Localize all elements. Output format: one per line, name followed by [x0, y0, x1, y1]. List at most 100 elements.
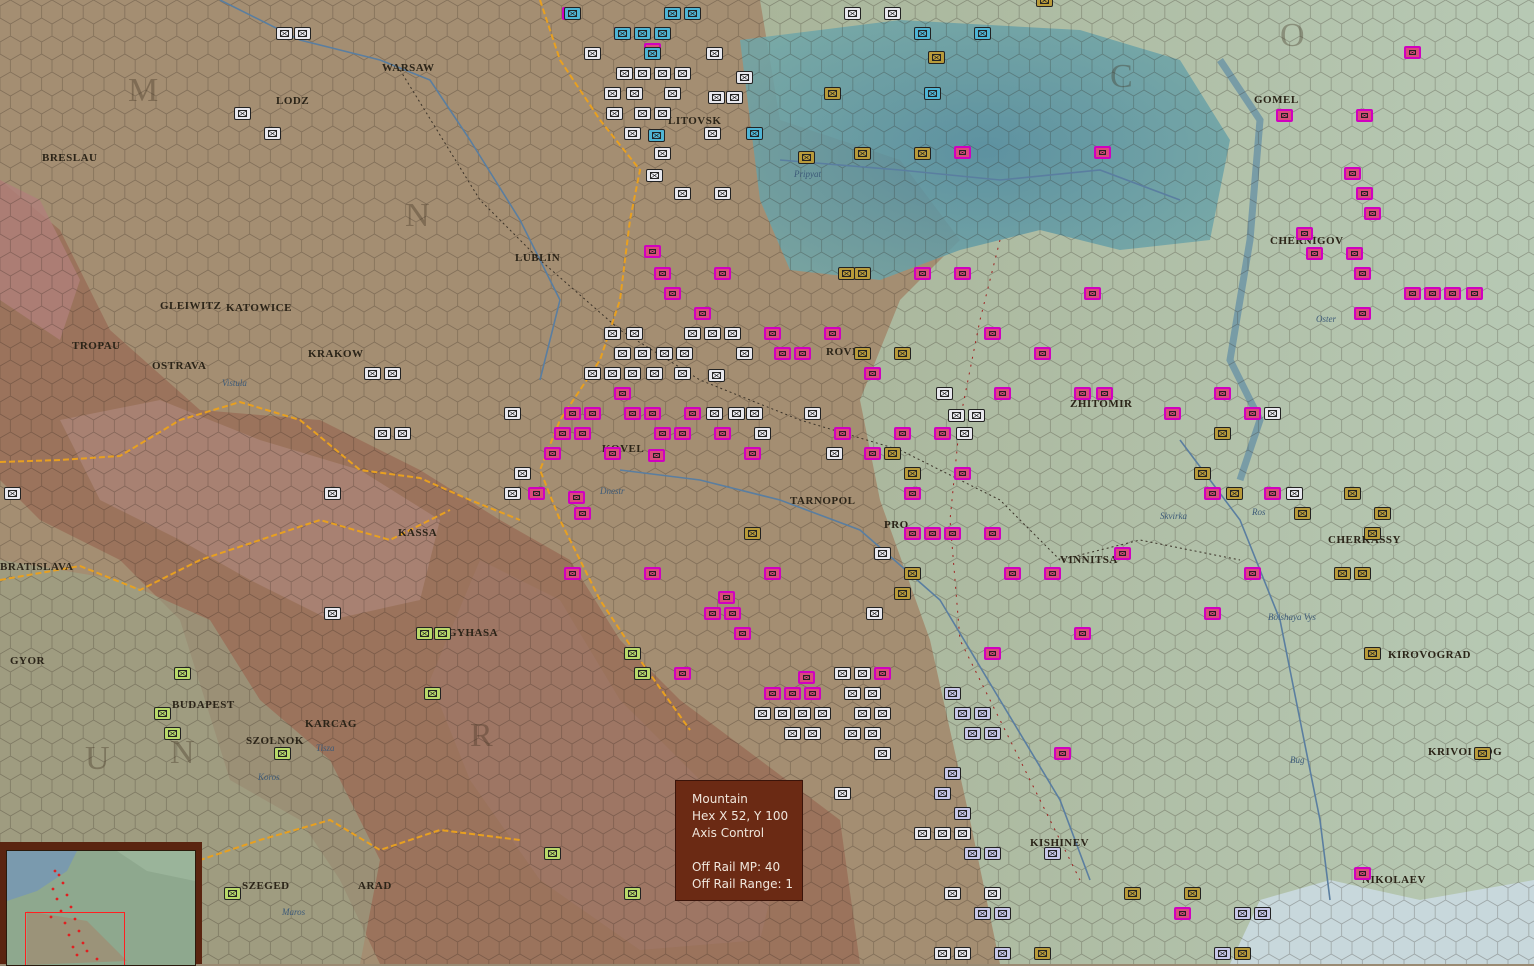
soviet-unit-counter[interactable] — [1276, 109, 1293, 122]
german-unit-counter[interactable] — [364, 367, 381, 380]
german-unit-counter[interactable] — [504, 407, 521, 420]
minimap-viewport[interactable] — [25, 912, 125, 965]
soviet-unit-counter[interactable] — [994, 387, 1011, 400]
german-unit-counter[interactable] — [948, 409, 965, 422]
soviet-unit-counter[interactable] — [574, 507, 591, 520]
soviet-unit-counter[interactable] — [1096, 387, 1113, 400]
soviet-unit-counter[interactable] — [954, 467, 971, 480]
soviet-unit-counter[interactable] — [934, 427, 951, 440]
soviet-unit-counter[interactable] — [654, 267, 671, 280]
romanian-unit-counter[interactable] — [544, 847, 561, 860]
german-unit-counter[interactable] — [706, 47, 723, 60]
soviet-unit-counter[interactable] — [724, 607, 741, 620]
soviet-unit-counter[interactable] — [1306, 247, 1323, 260]
soviet-unit-counter[interactable] — [604, 447, 621, 460]
soviet-unit-counter[interactable] — [1074, 387, 1091, 400]
soviet-unit-counter[interactable] — [554, 427, 571, 440]
romanian-unit-counter[interactable] — [416, 627, 433, 640]
soviet-unit-counter[interactable] — [774, 347, 791, 360]
soviet-unit-counter[interactable] — [1354, 267, 1371, 280]
soviet-unit-counter[interactable] — [798, 671, 815, 684]
soviet-unit-counter[interactable] — [924, 527, 941, 540]
romanian-unit-counter[interactable] — [424, 687, 441, 700]
soviet-unit-counter[interactable] — [1296, 227, 1313, 240]
soviet-unit-counter[interactable] — [1356, 187, 1373, 200]
soviet-hq-counter[interactable] — [914, 147, 931, 160]
soviet-unit-counter[interactable] — [564, 407, 581, 420]
soviet-unit-counter[interactable] — [718, 591, 735, 604]
soviet-hq-counter[interactable] — [838, 267, 855, 280]
soviet-unit-counter[interactable] — [784, 687, 801, 700]
hungarian-unit-counter[interactable] — [984, 847, 1001, 860]
soviet-unit-counter[interactable] — [1364, 207, 1381, 220]
soviet-unit-counter[interactable] — [664, 287, 681, 300]
german-unit-counter[interactable] — [956, 427, 973, 440]
german-unit-counter[interactable] — [844, 7, 861, 20]
soviet-unit-counter[interactable] — [744, 447, 761, 460]
german-panzer-counter[interactable] — [654, 27, 671, 40]
german-unit-counter[interactable] — [604, 87, 621, 100]
soviet-hq-counter[interactable] — [1226, 487, 1243, 500]
hungarian-unit-counter[interactable] — [954, 707, 971, 720]
soviet-hq-counter[interactable] — [1184, 887, 1201, 900]
soviet-hq-counter[interactable] — [744, 527, 761, 540]
soviet-unit-counter[interactable] — [764, 687, 781, 700]
soviet-hq-counter[interactable] — [904, 567, 921, 580]
soviet-unit-counter[interactable] — [834, 427, 851, 440]
german-unit-counter[interactable] — [874, 707, 891, 720]
german-unit-counter[interactable] — [834, 787, 851, 800]
soviet-unit-counter[interactable] — [584, 407, 601, 420]
german-unit-counter[interactable] — [826, 447, 843, 460]
soviet-unit-counter[interactable] — [1164, 407, 1181, 420]
german-unit-counter[interactable] — [864, 687, 881, 700]
german-unit-counter[interactable] — [674, 67, 691, 80]
german-unit-counter[interactable] — [844, 687, 861, 700]
soviet-unit-counter[interactable] — [614, 387, 631, 400]
german-unit-counter[interactable] — [654, 107, 671, 120]
soviet-unit-counter[interactable] — [644, 245, 661, 258]
soviet-hq-counter[interactable] — [1364, 527, 1381, 540]
soviet-hq-counter[interactable] — [1334, 567, 1351, 580]
soviet-unit-counter[interactable] — [568, 491, 585, 504]
german-unit-counter[interactable] — [708, 369, 725, 382]
soviet-hq-counter[interactable] — [1294, 507, 1311, 520]
soviet-unit-counter[interactable] — [1344, 167, 1361, 180]
romanian-unit-counter[interactable] — [224, 887, 241, 900]
german-unit-counter[interactable] — [624, 367, 641, 380]
german-unit-counter[interactable] — [784, 727, 801, 740]
german-unit-counter[interactable] — [1264, 407, 1281, 420]
german-unit-counter[interactable] — [736, 71, 753, 84]
hungarian-unit-counter[interactable] — [954, 807, 971, 820]
german-unit-counter[interactable] — [804, 407, 821, 420]
soviet-hq-counter[interactable] — [884, 447, 901, 460]
soviet-unit-counter[interactable] — [894, 427, 911, 440]
soviet-unit-counter[interactable] — [954, 146, 971, 159]
hungarian-unit-counter[interactable] — [974, 707, 991, 720]
soviet-unit-counter[interactable] — [734, 627, 751, 640]
minimap-panel[interactable] — [0, 842, 202, 966]
romanian-unit-counter[interactable] — [434, 627, 451, 640]
soviet-unit-counter[interactable] — [528, 487, 545, 500]
hungarian-unit-counter[interactable] — [944, 687, 961, 700]
german-unit-counter[interactable] — [704, 327, 721, 340]
german-unit-counter[interactable] — [616, 67, 633, 80]
german-unit-counter[interactable] — [656, 347, 673, 360]
soviet-unit-counter[interactable] — [1346, 247, 1363, 260]
german-unit-counter[interactable] — [604, 367, 621, 380]
german-unit-counter[interactable] — [614, 347, 631, 360]
soviet-unit-counter[interactable] — [1094, 146, 1111, 159]
soviet-unit-counter[interactable] — [764, 327, 781, 340]
german-unit-counter[interactable] — [834, 667, 851, 680]
german-unit-counter[interactable] — [936, 387, 953, 400]
german-unit-counter[interactable] — [634, 107, 651, 120]
soviet-unit-counter[interactable] — [1354, 867, 1371, 880]
german-unit-counter[interactable] — [504, 487, 521, 500]
soviet-unit-counter[interactable] — [1244, 407, 1261, 420]
german-unit-counter[interactable] — [968, 409, 985, 422]
soviet-hq-counter[interactable] — [1034, 947, 1051, 960]
german-unit-counter[interactable] — [234, 107, 251, 120]
soviet-unit-counter[interactable] — [1354, 307, 1371, 320]
german-unit-counter[interactable] — [874, 747, 891, 760]
soviet-unit-counter[interactable] — [914, 267, 931, 280]
romanian-unit-counter[interactable] — [174, 667, 191, 680]
